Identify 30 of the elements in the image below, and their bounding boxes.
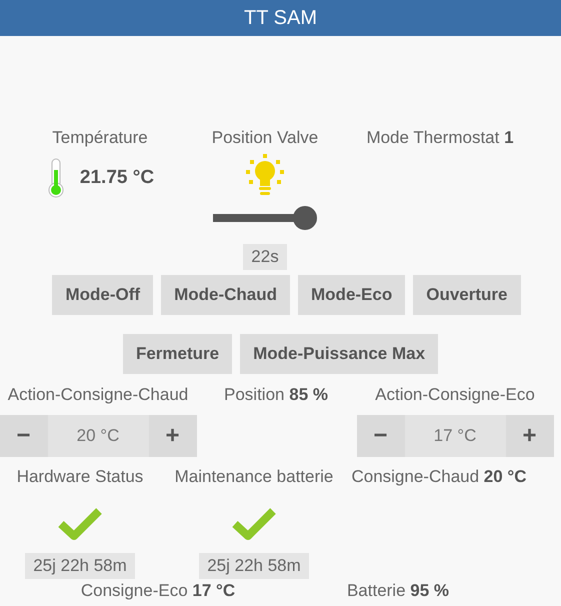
duration-badge: 25j 22h 58m [199, 553, 309, 579]
widget-title: Température [52, 128, 148, 148]
setpoint-value: 20 °C [76, 425, 120, 447]
mode-button[interactable]: Mode-Eco [298, 275, 406, 315]
info-label: Consigne-Chaud 20 °C [351, 467, 527, 487]
duration-badge: 25j 22h 58m [25, 553, 135, 579]
increase-button[interactable]: + [506, 415, 554, 457]
widget-title: Position Valve [212, 128, 318, 148]
widget-title: Action-Consigne-Chaud [8, 385, 188, 405]
widget-title: Action-Consigne-Eco [375, 385, 535, 405]
window-title: TT SAM [0, 0, 561, 36]
mode-button[interactable]: Ouverture [413, 275, 520, 315]
decrease-button[interactable]: − [356, 415, 404, 457]
info-label: Position 85 % [224, 385, 328, 405]
slider-handle[interactable] [292, 206, 317, 230]
setpoint-value: 17 °C [432, 425, 478, 447]
widget-title: Maintenance batterie [174, 467, 334, 487]
mode-button[interactable]: Mode-Off [52, 275, 154, 315]
duration-badge: 22s [243, 244, 287, 270]
widget-title: Hardware Status [16, 467, 144, 487]
decrease-button[interactable]: − [0, 415, 48, 457]
temperature-value: 21.75 °C [80, 167, 154, 189]
info-label: Batterie 95 % [346, 581, 450, 601]
mode-button[interactable]: Mode-Chaud [161, 275, 290, 315]
increase-button[interactable]: + [148, 415, 196, 457]
info-label: Consigne-Eco 17 °C [80, 581, 236, 601]
info-label: Mode Thermostat 1 [366, 128, 514, 148]
thermometer-icon [46, 158, 66, 198]
mode-button[interactable]: Mode-Puissance Max [240, 334, 438, 374]
mode-button[interactable]: Fermeture [122, 334, 232, 374]
